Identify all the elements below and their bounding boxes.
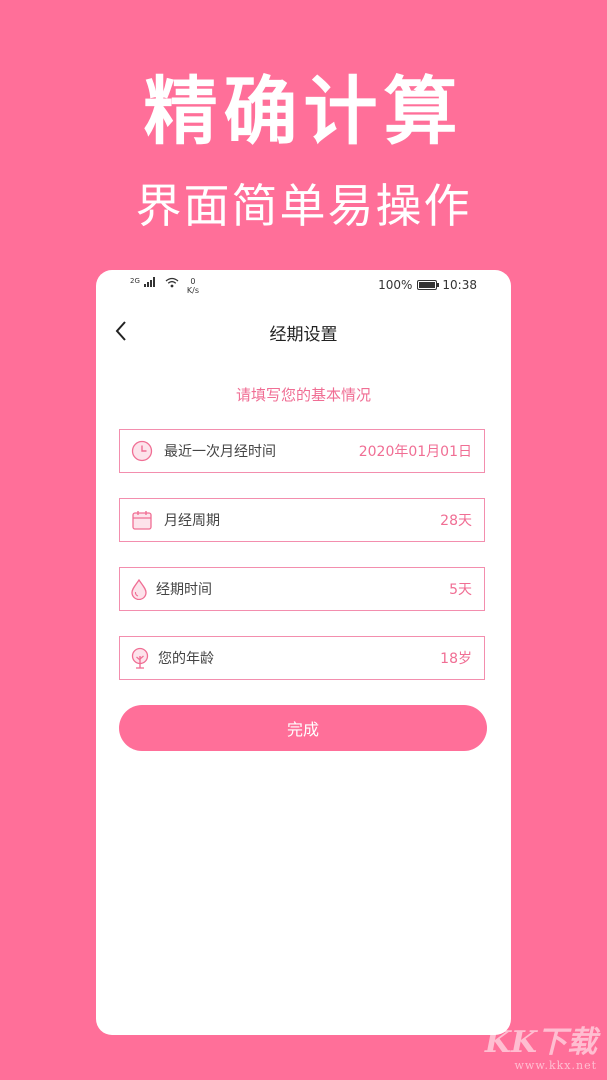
battery-percent: 100% (378, 278, 413, 292)
row-label: 经期时间 (156, 582, 212, 598)
age-row[interactable]: 您的年龄 18岁 (119, 636, 485, 680)
network-type: 2G (130, 277, 140, 285)
tree-icon (130, 646, 150, 670)
status-right: 100% 10:38 (378, 278, 477, 292)
calendar-icon (130, 508, 154, 532)
cycle-length-row[interactable]: 月经周期 28天 (119, 498, 485, 542)
promo-headline: 精确计算 (143, 69, 464, 155)
signal-icon (143, 277, 155, 287)
watermark-brand: KK下载 (484, 1025, 597, 1060)
clock-icon (130, 439, 154, 463)
wifi-icon (165, 277, 179, 288)
clock-time: 10:38 (442, 278, 477, 292)
network-speed: 0 K/s (187, 277, 199, 295)
nav-bar: 经期设置 (96, 310, 511, 352)
speed-value: 0 (190, 277, 196, 286)
period-duration-row[interactable]: 经期时间 5天 (119, 567, 485, 611)
row-value: 28天 (440, 513, 472, 529)
watermark: KK下载 www.kkx.net (484, 1025, 597, 1073)
form-prompt: 请填写您的基本情况 (235, 386, 371, 404)
last-period-date-row[interactable]: 最近一次月经时间 2020年01月01日 (119, 429, 485, 473)
row-label: 您的年龄 (158, 651, 214, 667)
battery-icon (417, 280, 440, 290)
row-label: 月经周期 (164, 513, 220, 529)
row-value: 5天 (449, 582, 472, 598)
promo-subline: 界面简单易操作 (135, 179, 472, 233)
watermark-site: www.kkx.net (514, 1059, 597, 1072)
drop-icon (130, 577, 148, 601)
page-title: 经期设置 (269, 325, 338, 345)
row-value: 2020年01月01日 (358, 444, 472, 460)
row-value: 18岁 (440, 651, 472, 667)
done-button[interactable]: 完成 (119, 705, 487, 751)
row-label: 最近一次月经时间 (164, 444, 276, 460)
status-bar: 2G 0 K/s 100% 10:38 (96, 270, 511, 300)
status-left: 2G 0 K/s (130, 277, 199, 295)
phone-screen: 2G 0 K/s 100% 10:38 经期设置 请填写您的基本情况 最近一次月… (96, 270, 511, 1035)
speed-unit: K/s (186, 286, 199, 295)
